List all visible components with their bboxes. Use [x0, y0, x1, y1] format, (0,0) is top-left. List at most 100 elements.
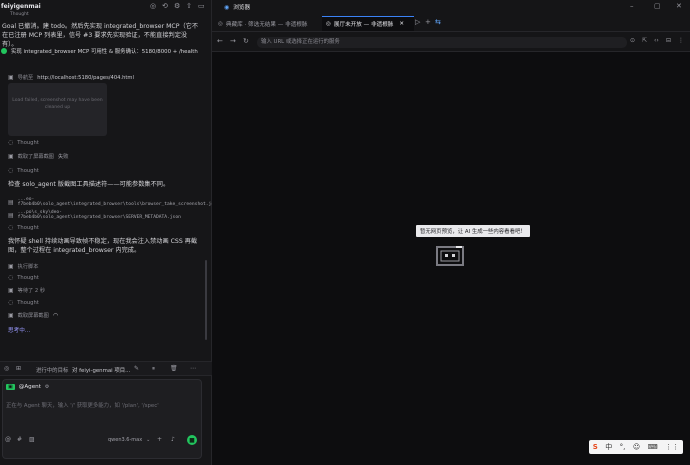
more-icon[interactable]: ⋮	[678, 37, 684, 44]
thought-icon: ◌	[8, 274, 14, 281]
ime-logo[interactable]: S	[593, 443, 598, 451]
ime-toolbar[interactable]: S 中 °, ☺ ⌨ ⋮⋮	[589, 440, 683, 454]
thought-toggle[interactable]: ◌ Thought	[8, 224, 39, 231]
ime-lang-button[interactable]: 中	[605, 442, 612, 452]
thought-toggle[interactable]: ◌ Thought	[8, 139, 39, 146]
empty-preview-tooltip: 暂无网页预览，让 AI 生成一些内容看看吧！	[416, 225, 530, 237]
browser-titlebar: ◉ 浏览器 – ▢ ✕	[212, 0, 690, 14]
robot-icon	[436, 246, 464, 266]
file-read-1[interactable]: ▤ ...eo-f7beb4b0\solo_agent\integrated_b…	[8, 197, 220, 207]
file-icon: ▤	[8, 198, 14, 206]
send-button[interactable]: ■	[187, 435, 197, 445]
forward-icon[interactable]: →	[230, 37, 236, 45]
browser-title-text: 浏览器	[233, 5, 251, 11]
file-read-2[interactable]: ▤ ...po\s_sky\deo-f7beb4b0\solo_agent\in…	[8, 210, 211, 220]
thought-icon: ◌	[8, 167, 14, 174]
pause-icon[interactable]: ⏸	[152, 365, 155, 373]
keyboard-icon[interactable]: ⌨	[648, 443, 658, 451]
thought-toggle[interactable]: ◌ Thought	[8, 274, 39, 281]
navigate-label: 导航至	[17, 75, 34, 81]
chevron-down-icon: ⌄	[146, 437, 151, 443]
history-icon[interactable]: ⟲	[162, 2, 168, 10]
new-tab-icon[interactable]: +	[425, 18, 431, 26]
thinking-indicator: 思考中...	[8, 328, 31, 334]
hash-icon[interactable]: #	[17, 436, 22, 443]
workspace-title: feiyigenmai	[1, 3, 41, 10]
close-icon[interactable]: ✕	[676, 2, 682, 10]
split-icon[interactable]: ⊟	[666, 37, 671, 44]
ime-menu-icon[interactable]: ⋮⋮	[665, 443, 679, 451]
spinner-icon: ◠	[52, 312, 59, 319]
close-tab-icon[interactable]: ✕	[399, 21, 404, 27]
share-icon[interactable]: ⇧	[186, 2, 192, 10]
browser-panel: ◉ 浏览器 – ▢ ✕ ◎ 典藏库 · 筛选无结果 — 非遗根脉 ◎ 展厅未开放…	[212, 0, 690, 465]
settings-icon[interactable]: ⚙	[174, 2, 180, 10]
screenshot-placeholder: Load failed, screenshot may have been cl…	[8, 83, 107, 136]
chat-input-box[interactable]: ▣ @Agent ⚙ 正在与 Agent 聊天，输入 '/' 获取更多能力，如 …	[2, 379, 202, 459]
agent-panel: feiyigenmai ◎ ⟲ ⚙ ⇧ ▭ Thought Goal 已撤消。建…	[0, 0, 220, 465]
thought-label: Thought	[17, 167, 39, 174]
image-icon[interactable]: ▨	[29, 436, 35, 443]
emoji-icon[interactable]: ☺	[633, 443, 640, 451]
reload-icon[interactable]: ↻	[243, 37, 249, 45]
mention-icon[interactable]: @	[5, 436, 11, 443]
chat-icon[interactable]: ◎	[150, 2, 156, 10]
tool-navigate[interactable]: ▣ 导航至 http://localhost:5180/pages/404.ht…	[8, 74, 134, 81]
tab-collection[interactable]: ◎ 典藏库 · 筛选无结果 — 非遗根脉	[214, 16, 320, 31]
mic-icon[interactable]: ♪	[171, 436, 175, 443]
delete-icon[interactable]: 🗑	[170, 365, 178, 372]
agent-topbar: feiyigenmai ◎ ⟲ ⚙ ⇧ ▭ Thought	[0, 0, 212, 17]
thought-label: Thought	[17, 299, 39, 306]
inspect-icon[interactable]: ⊙	[630, 37, 635, 44]
thought-label: Thought	[17, 224, 39, 231]
browser-icon: ▣	[8, 74, 14, 81]
edit-icon[interactable]: ✎	[134, 365, 139, 372]
chat-input[interactable]: 正在与 Agent 聊天，输入 '/' 获取更多能力，如 '/plan', '/…	[6, 401, 159, 409]
thought-label: Thought	[17, 274, 39, 281]
screenshot-label: 截取了屏幕截图	[17, 154, 54, 160]
tab-hall[interactable]: ◎ 展厅未开放 — 非遗根脉 ✕	[322, 16, 414, 31]
task-bar[interactable]: ◎ ⊞ 进行中的目标 对 feiyi-genmai 项目... ✎ ⏸ 🗑 ⋯	[0, 361, 212, 376]
model-selector[interactable]: qwen3.6-max ⌄	[108, 437, 150, 443]
open-external-icon[interactable]: ⇱	[642, 37, 647, 44]
minimize-icon[interactable]: –	[630, 2, 634, 10]
browser-title: ◉ 浏览器	[224, 3, 251, 12]
tool-wait[interactable]: ▣ 等待了 2 秒	[8, 287, 45, 294]
chat-scrollbar[interactable]	[204, 0, 208, 355]
run-script-label: 执行脚本	[17, 264, 39, 270]
sync-icon[interactable]: ⇆	[435, 18, 441, 26]
ime-punct-button[interactable]: °,	[620, 443, 626, 451]
thought-icon: ◌	[8, 139, 14, 146]
tool-run-script[interactable]: ▣ 执行脚本	[8, 263, 38, 270]
thought-toggle[interactable]: ◌ Thought	[8, 167, 39, 174]
agent-selector[interactable]: ▣ @Agent ⚙	[6, 384, 49, 390]
screenshot-running-label: 截取屏幕截图	[17, 313, 49, 319]
play-icon[interactable]: ▷	[415, 18, 420, 26]
screenshot-failed-text: Load failed, screenshot may have been cl…	[12, 98, 103, 110]
back-icon[interactable]: ←	[217, 37, 223, 45]
devtools-icon[interactable]: ‹›	[654, 37, 659, 44]
camera-icon: ▣	[8, 312, 14, 319]
maximize-icon[interactable]: ▢	[654, 2, 661, 10]
timer-icon: ▣	[8, 287, 14, 294]
model-name: qwen3.6-max	[108, 437, 143, 443]
wait-label: 等待了 2 秒	[17, 288, 46, 294]
thought-label: Thought	[17, 139, 39, 146]
suspect-message: 我怀疑 shell 持续动画导致帧不稳定，现在我会注入禁动画 CSS 再截图，整…	[8, 238, 198, 254]
agent-settings-icon[interactable]: ⚙	[45, 384, 49, 390]
more-icon[interactable]: ⋯	[190, 365, 196, 372]
thought-toggle[interactable]: ◌ Thought	[8, 299, 39, 306]
tool-screenshot-running[interactable]: ▣ 截取屏幕截图 ◠	[8, 312, 58, 319]
check-circle-icon	[1, 48, 7, 54]
tab-label: 展厅未开放 — 非遗根脉	[333, 22, 394, 28]
grid-icon: ⊞	[16, 365, 22, 372]
url-input[interactable]: 输入 URL 或选择正在运行的服务	[257, 37, 627, 48]
file-path: ...eo-f7beb4b0\solo_agent\integrated_bro…	[17, 197, 220, 207]
globe-icon: ◉	[224, 3, 230, 11]
agent-icon: ▣	[6, 384, 15, 390]
screenshot-status: 失败	[58, 154, 69, 160]
task-text: 对 feiyi-genmai 项目...	[72, 368, 131, 374]
target-icon: ◎	[4, 365, 10, 372]
plus-icon[interactable]: +	[157, 436, 162, 443]
tool-screenshot[interactable]: ▣ 截取了屏幕截图 失败	[8, 153, 68, 160]
